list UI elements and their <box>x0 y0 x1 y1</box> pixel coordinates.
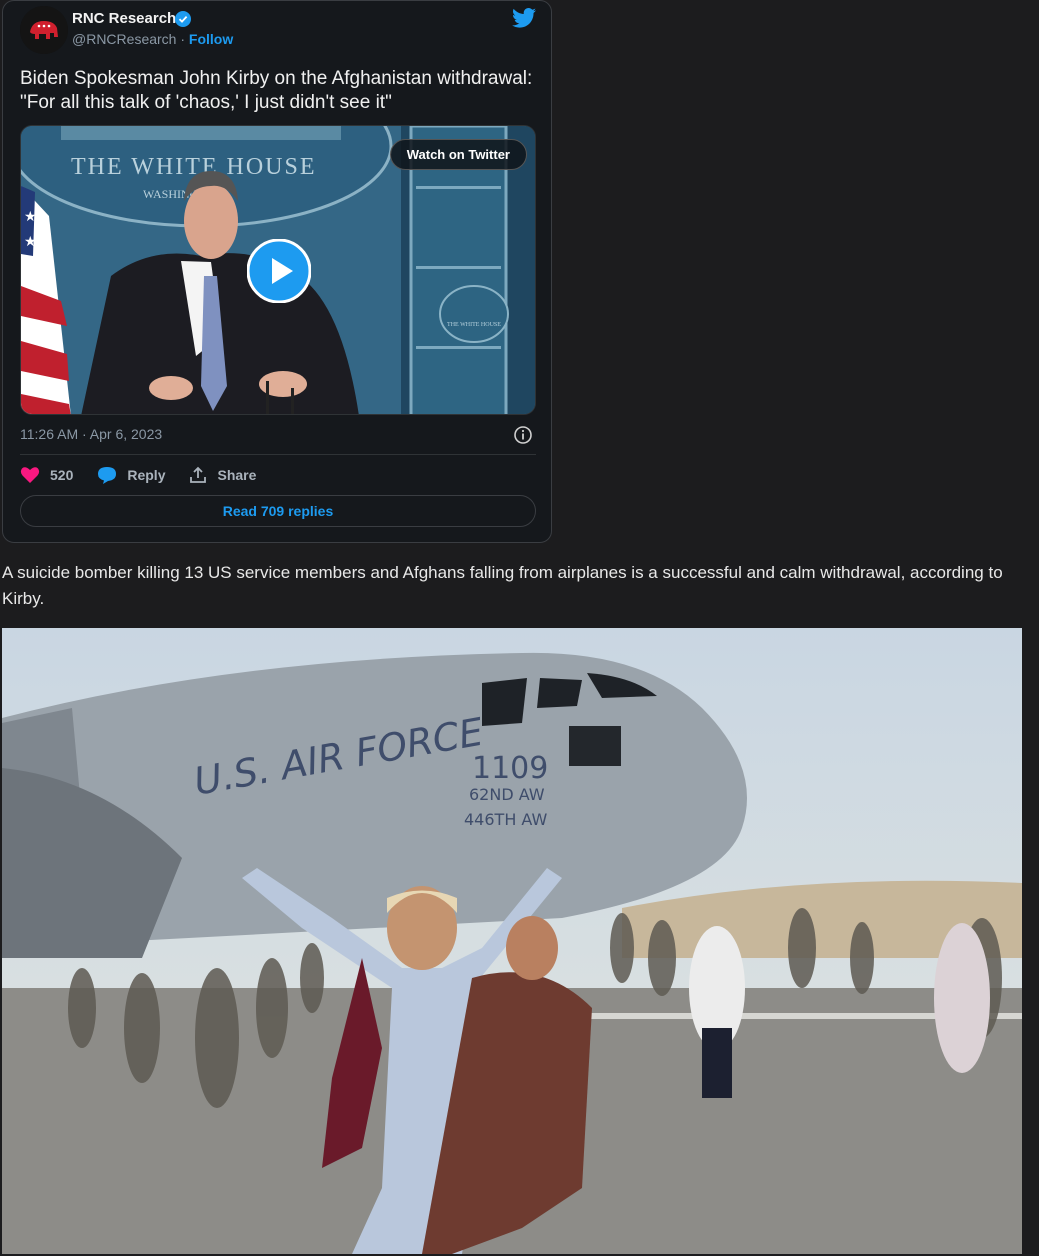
read-replies-button[interactable]: Read 709 replies <box>20 495 536 527</box>
tail-number: 1109 <box>472 751 548 786</box>
wing-line1: 62ND AW <box>469 785 545 804</box>
tweet-video[interactable]: THE WHITE HOUSE THE WHITE HOUSE WASHINGT… <box>20 125 536 415</box>
heart-icon <box>20 467 40 483</box>
divider <box>20 454 536 455</box>
flag-star: ★ <box>24 208 37 224</box>
like-count: 520 <box>50 467 74 483</box>
elephant-logo-icon <box>20 6 68 54</box>
handle[interactable]: @RNCResearch <box>72 31 176 47</box>
author-name[interactable]: RNC Research <box>72 10 176 27</box>
reply-bubble-icon <box>98 467 117 484</box>
post-caption: A suicide bomber killing 13 US service m… <box>2 563 1003 608</box>
wing-line2: 446TH AW <box>464 810 548 829</box>
share-icon <box>190 466 207 483</box>
info-icon[interactable] <box>513 425 533 445</box>
rnc-avatar[interactable] <box>20 6 68 54</box>
share-button[interactable]: Share <box>189 466 256 484</box>
watch-on-twitter-button[interactable]: Watch on Twitter <box>389 139 527 170</box>
verified-badge-icon <box>175 11 191 27</box>
share-label: Share <box>217 467 257 483</box>
follow-link[interactable]: Follow <box>189 31 233 47</box>
handle-separator: · <box>180 31 186 47</box>
reply-label: Reply <box>127 467 166 483</box>
twitter-bird-icon[interactable] <box>512 8 536 28</box>
handle-row: @RNCResearch · Follow <box>72 31 233 47</box>
podium-text: THE WHITE HOUSE <box>71 154 317 180</box>
seal-text: THE WHITE HOUSE <box>447 322 501 328</box>
tweet-card: RNC Research @RNCResearch · Follow Biden… <box>2 0 552 543</box>
tweet-timestamp[interactable]: 11:26 AM · Apr 6, 2023 <box>20 426 162 442</box>
flag-star: ★ <box>24 233 37 249</box>
reply-button[interactable]: Reply <box>97 466 165 484</box>
airport-photo: U.S. AIR FORCE 1109 62ND AW 446TH AW <box>2 628 1022 1254</box>
like-button[interactable]: 520 <box>20 466 73 484</box>
tweet-text: Biden Spokesman John Kirby on the Afghan… <box>20 68 533 113</box>
plane-crowd-image: U.S. AIR FORCE 1109 62ND AW 446TH AW <box>2 628 1022 1254</box>
tweet-actions: 520 Reply Share <box>20 464 280 486</box>
play-icon[interactable] <box>247 239 311 303</box>
